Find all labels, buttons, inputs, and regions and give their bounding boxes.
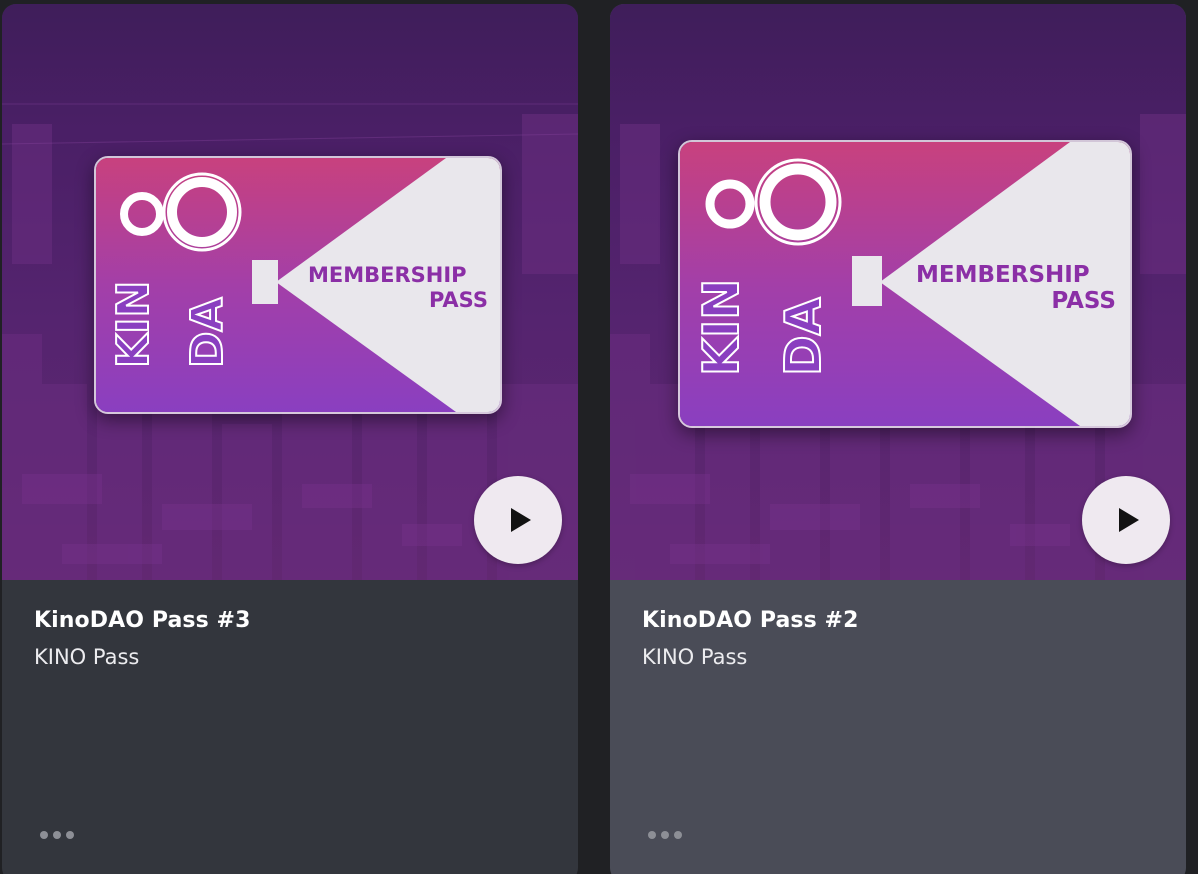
more-options-button[interactable] (648, 826, 688, 844)
collection-name[interactable]: KINO Pass (642, 642, 1154, 672)
play-button[interactable] (1082, 476, 1170, 564)
play-icon (1119, 508, 1139, 532)
play-button[interactable] (474, 476, 562, 564)
svg-text:DA: DA (182, 297, 233, 368)
nft-grid: MEMBERSHIP PASS KIN DA KinoDAO Pass #3 K… (0, 0, 1198, 874)
nft-media[interactable]: MEMBERSHIP PASS KIN DA (610, 4, 1186, 580)
nft-card[interactable]: MEMBERSHIP PASS KIN DA KinoDAO Pass #2 K… (610, 4, 1186, 874)
nft-media[interactable]: MEMBERSHIP PASS KIN DA (2, 4, 578, 580)
collection-name[interactable]: KINO Pass (34, 642, 546, 672)
svg-text:DA: DA (775, 297, 832, 376)
pass-headline-line2: PASS (429, 288, 488, 312)
pass-headline-line1: MEMBERSHIP (916, 262, 1090, 288)
membership-pass-image: MEMBERSHIP PASS KIN DA (94, 156, 502, 414)
more-horizontal-icon (648, 831, 656, 839)
pass-headline-line2: PASS (1051, 288, 1116, 314)
play-icon (511, 508, 531, 532)
item-title[interactable]: KinoDAO Pass #3 (34, 606, 546, 636)
more-options-button[interactable] (40, 826, 80, 844)
card-info: KinoDAO Pass #2 KINO Pass (610, 580, 1186, 672)
item-title[interactable]: KinoDAO Pass #2 (642, 606, 1154, 636)
card-info: KinoDAO Pass #3 KINO Pass (2, 580, 578, 672)
membership-pass-image: MEMBERSHIP PASS KIN DA (678, 140, 1132, 428)
more-horizontal-icon (40, 831, 48, 839)
svg-text:KIN: KIN (693, 279, 750, 376)
pass-headline-line1: MEMBERSHIP (308, 263, 467, 287)
svg-text:KIN: KIN (108, 281, 159, 368)
nft-card[interactable]: MEMBERSHIP PASS KIN DA KinoDAO Pass #3 K… (2, 4, 578, 874)
